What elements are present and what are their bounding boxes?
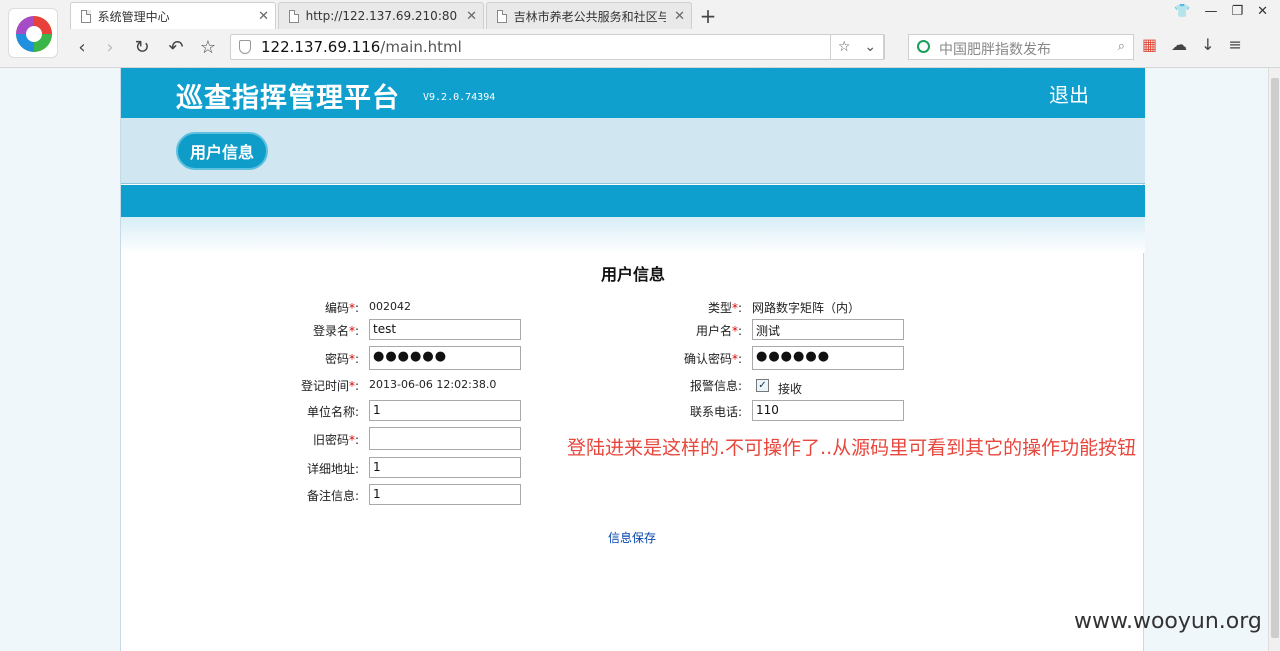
username-input[interactable]: 测试 (752, 319, 904, 340)
app-header: 巡查指挥管理平台 V9.2.0.74394 退出 (121, 68, 1145, 118)
browser-logo-icon[interactable] (8, 8, 58, 58)
login-label: 登录名*: (312, 324, 359, 338)
type-label: 类型*: (707, 301, 742, 315)
back-icon[interactable]: ‹ (70, 35, 94, 59)
form-title: 用户信息 (600, 265, 665, 284)
address-actions: ☆ ⌄ (830, 34, 884, 60)
app-title: 巡查指挥管理平台 (176, 83, 400, 114)
vertical-scrollbar[interactable] (1268, 68, 1280, 651)
phone-label: 联系电话: (689, 405, 742, 419)
cloud-icon[interactable]: ☁ (1171, 35, 1187, 54)
unit-input[interactable]: 1 (369, 400, 521, 421)
watermark-text: www.wooyun.org (1074, 609, 1262, 634)
scrollbar-thumb[interactable] (1271, 78, 1279, 638)
decorative-fade (121, 217, 1145, 253)
version-label: V9.2.0.74394 (423, 92, 496, 103)
logout-link[interactable]: 退出 (1049, 79, 1089, 108)
remark-label: 备注信息: (306, 489, 359, 503)
toolbar-icons: ▦ ☁ ↓ ≡ (1142, 35, 1242, 54)
phone-input[interactable]: 110 (752, 400, 904, 421)
save-info-link[interactable]: 信息保存 (608, 529, 656, 546)
document-icon (289, 9, 299, 23)
address-input[interactable]: 1 (369, 457, 521, 478)
apps-grid-icon[interactable]: ▦ (1142, 35, 1157, 54)
address-bar[interactable]: 122.137.69.116/main.html e (230, 34, 885, 60)
confirm-password-input[interactable]: ●●●●●● (752, 346, 904, 370)
close-tab-icon[interactable]: ✕ (466, 9, 477, 24)
decorative-bar (121, 185, 1145, 217)
new-tab-button[interactable]: + (694, 2, 722, 29)
search-box[interactable]: 中国肥胖指数发布 ⌕ (908, 34, 1134, 60)
alarm-checkbox[interactable]: ✓ (756, 379, 769, 392)
address-text: 122.137.69.116/main.html (261, 38, 462, 56)
regtime-value: 2013-06-06 12:02:38.0 (369, 378, 497, 391)
menu-icon[interactable]: ≡ (1229, 35, 1242, 54)
regtime-label: 登记时间*: (300, 379, 359, 393)
page-content: 巡查指挥管理平台 V9.2.0.74394 退出 用户信息 用户信息 编码*: … (120, 68, 1145, 651)
tab-strip: 系统管理中心 ✕ http://122.137.69.210:8080 ✕ 吉林… (70, 2, 722, 29)
old-password-label: 旧密码*: (312, 433, 359, 447)
alarm-label: 报警信息: (689, 379, 742, 393)
annotation-text: 登陆进来是这样的.不可操作了..从源码里可看到其它的操作功能按钮 (567, 437, 1137, 459)
search-placeholder: 中国肥胖指数发布 (939, 42, 1051, 58)
sub-navigation: 用户信息 (121, 118, 1145, 184)
close-window-icon[interactable]: ✕ (1257, 4, 1268, 19)
user-info-tab[interactable]: 用户信息 (176, 132, 268, 170)
search-engine-icon (917, 40, 930, 53)
download-icon[interactable]: ↓ (1201, 35, 1214, 54)
unit-label: 单位名称: (306, 405, 359, 419)
navigation-row: ‹ › ↻ ↶ ☆ 122.137.69.116/main.html e ☆ ⌄… (70, 33, 1275, 61)
tab-jilin[interactable]: 吉林市养老公共服务和社区与 ✕ (486, 2, 692, 29)
security-shield-icon (239, 40, 251, 54)
confirm-password-label: 确认密码*: (683, 352, 742, 366)
dropdown-chevron-icon[interactable]: ⌄ (864, 39, 876, 55)
favorite-star-icon[interactable]: ☆ (838, 39, 851, 55)
document-icon (497, 9, 507, 23)
tab-system-admin[interactable]: 系统管理中心 ✕ (70, 2, 276, 29)
minimize-icon[interactable]: — (1204, 4, 1217, 19)
password-label: 密码*: (324, 352, 359, 366)
alarm-value: 接收 (778, 382, 803, 396)
type-value: 网路数字矩阵（内） (752, 301, 861, 315)
password-input[interactable]: ●●●●●● (369, 346, 521, 370)
tab-title: 吉林市养老公共服务和社区与 (513, 9, 667, 24)
skin-icon[interactable]: 👕 (1174, 4, 1190, 19)
bookmark-star-icon[interactable]: ☆ (196, 35, 220, 59)
username-label: 用户名*: (695, 324, 742, 338)
document-icon (81, 9, 91, 23)
search-icon[interactable]: ⌕ (1118, 39, 1125, 54)
restore-icon[interactable]: ❐ (1231, 4, 1243, 19)
undo-close-icon[interactable]: ↶ (164, 35, 188, 59)
remark-input[interactable]: 1 (369, 484, 521, 505)
browser-chrome: 系统管理中心 ✕ http://122.137.69.210:8080 ✕ 吉林… (0, 0, 1280, 68)
close-tab-icon[interactable]: ✕ (258, 9, 269, 24)
tab-url-8080[interactable]: http://122.137.69.210:8080 ✕ (278, 2, 484, 29)
close-tab-icon[interactable]: ✕ (674, 9, 685, 24)
tab-title: 系统管理中心 (97, 9, 170, 24)
window-controls: 👕 — ❐ ✕ (1174, 4, 1268, 19)
reload-icon[interactable]: ↻ (130, 35, 154, 59)
code-label: 编码*: (324, 301, 359, 315)
tab-title: http://122.137.69.210:8080 (305, 9, 459, 23)
forward-icon[interactable]: › (98, 35, 122, 59)
login-name-input[interactable]: test (369, 319, 521, 340)
address-label: 详细地址: (306, 462, 359, 476)
code-value: 002042 (369, 300, 411, 313)
old-password-input[interactable] (369, 427, 521, 450)
